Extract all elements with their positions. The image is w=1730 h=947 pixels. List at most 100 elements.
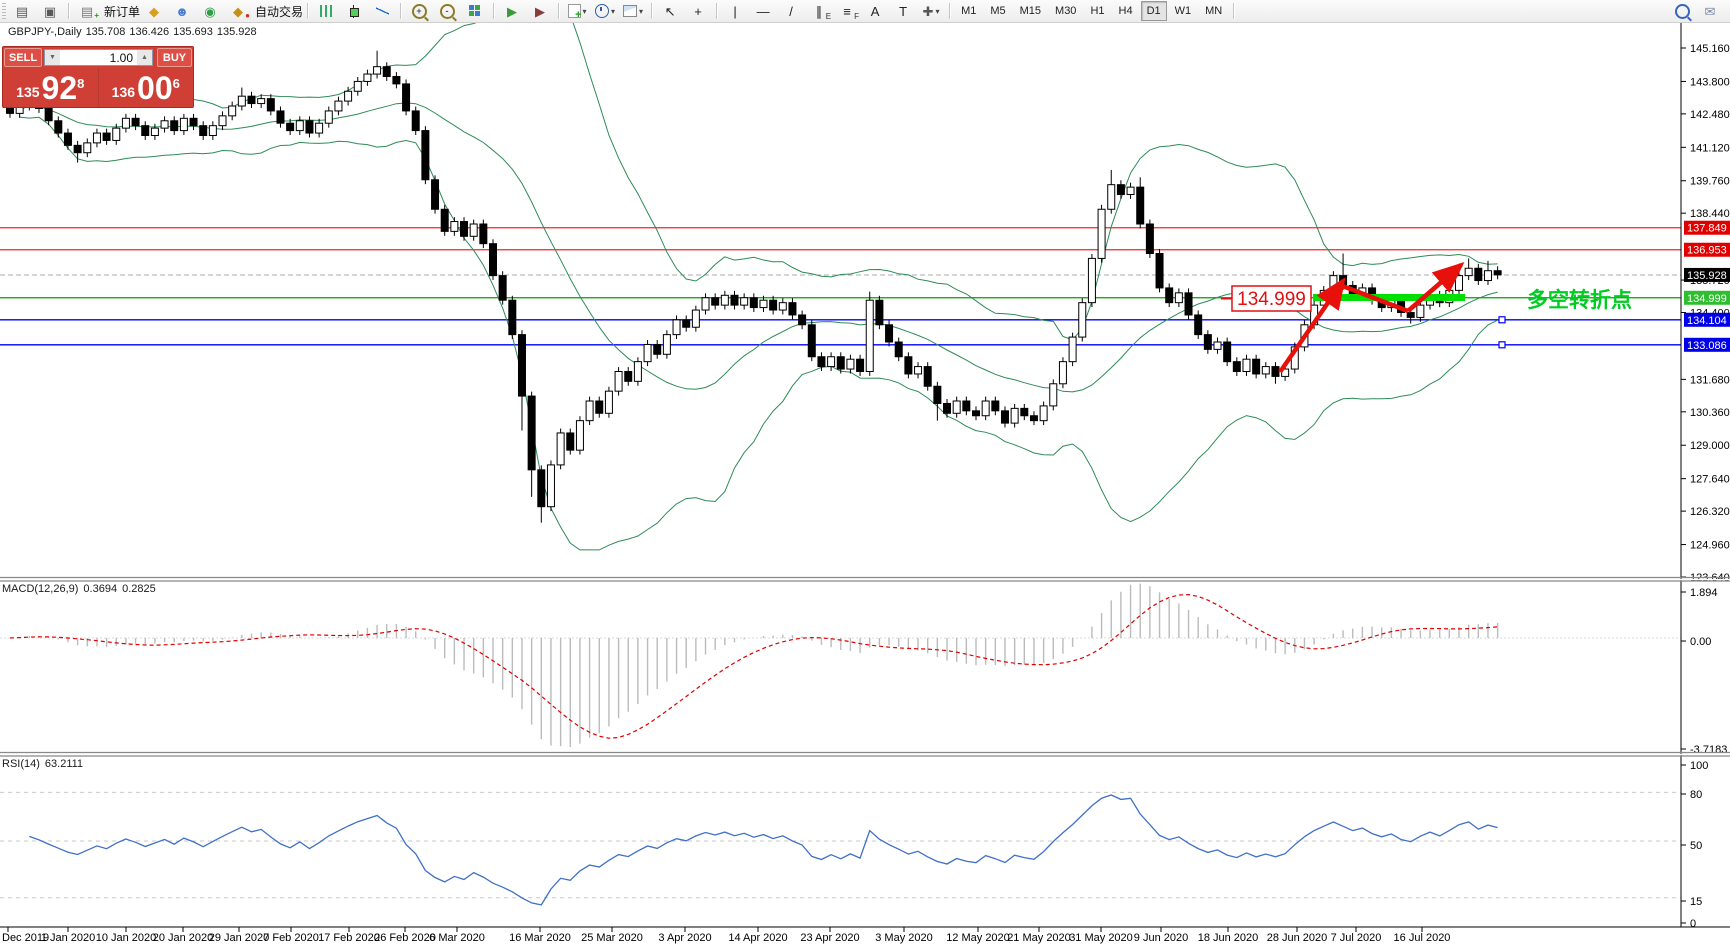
text-label-icon[interactable]: T — [890, 0, 916, 22]
one-click-trading-panel: SELL ▼ 1.00 ▲ BUY 135 92 8 136 00 6 — [2, 46, 194, 108]
vertical-line-icon[interactable]: | — [722, 0, 748, 22]
chart-window-icon[interactable]: ▤ — [9, 0, 35, 22]
svg-text:21 May 2020: 21 May 2020 — [1007, 932, 1071, 944]
shapes-icon[interactable]: ✚ ▾ — [918, 0, 944, 22]
svg-text:142.480: 142.480 — [1690, 109, 1730, 121]
timeframe-h4-button[interactable]: H4 — [1113, 1, 1139, 21]
new-order-icon[interactable]: ▤ + — [74, 0, 100, 22]
svg-text:136.953: 136.953 — [1687, 245, 1727, 257]
templates-icon[interactable]: ▾ — [620, 0, 646, 22]
buy-price-big: 00 — [137, 70, 173, 107]
zoom-out-icon[interactable]: - — [434, 0, 460, 22]
timeframe-m30-button[interactable]: M30 — [1049, 1, 1082, 21]
price-callout-label: 134.999 — [1237, 289, 1306, 310]
auto-scroll-icon[interactable]: ▶ — [499, 0, 525, 22]
svg-text:127.640: 127.640 — [1690, 474, 1730, 486]
line-chart-icon[interactable] — [369, 0, 395, 22]
timeframe-m5-button[interactable]: M5 — [984, 1, 1011, 21]
rsi-indicator-label: RSI(14) 63.2111 — [2, 758, 88, 770]
chart-title: GBPJPY-,Daily 135.708 136.426 135.693 135.92… — [8, 26, 261, 38]
svg-text:1 Jan 2020: 1 Jan 2020 — [41, 932, 95, 944]
svg-text:10 Jan 2020: 10 Jan 2020 — [96, 932, 157, 944]
svg-text:3 May 2020: 3 May 2020 — [875, 932, 932, 944]
svg-text:6 Mar 2020: 6 Mar 2020 — [429, 932, 485, 944]
rsi-name: RSI(14) — [2, 758, 40, 770]
cursor-icon[interactable]: ↖ — [657, 0, 683, 22]
svg-text:16 Mar 2020: 16 Mar 2020 — [509, 932, 571, 944]
auto-trading-label[interactable]: 自动交易 — [255, 3, 303, 20]
ohlc-close: 135.928 — [216, 26, 257, 38]
buy-price[interactable]: 136 00 6 — [99, 68, 194, 106]
buy-price-prefix: 136 — [111, 83, 136, 100]
text-icon[interactable]: A — [862, 0, 888, 22]
svg-text:28 Jun 2020: 28 Jun 2020 — [1267, 932, 1328, 944]
chart-canvas[interactable]: 145.160 143.800 142.480 141.120 139.760 138.4… — [0, 0, 1730, 947]
trendline-icon[interactable]: / — [778, 0, 804, 22]
crosshair-icon[interactable]: + — [685, 0, 711, 22]
tile-windows-icon[interactable] — [462, 0, 488, 22]
svg-text:15: 15 — [1690, 896, 1702, 908]
auto-trading-icon[interactable]: ◆ ● — [225, 0, 251, 22]
new-order-label[interactable]: 新订单 — [104, 3, 140, 20]
mql5-community-icon[interactable]: ◆ — [141, 0, 167, 22]
ohlc-high: 136.426 — [129, 26, 170, 38]
chat-icon[interactable]: ✉ — [1697, 0, 1723, 22]
timeframe-h1-button[interactable]: H1 — [1084, 1, 1110, 21]
bar-chart-icon[interactable] — [313, 0, 339, 22]
periods-icon[interactable]: ▾ — [592, 0, 618, 22]
timeframe-mn-button[interactable]: MN — [1199, 1, 1228, 21]
candlestick-chart-icon[interactable] — [341, 0, 367, 22]
chart-shift-icon[interactable]: ▶ — [527, 0, 553, 22]
macd-indicator-label: MACD(12,26,9) 0.3694 0.2825 — [2, 583, 161, 595]
timeframe-d1-button[interactable]: D1 — [1140, 1, 1167, 21]
ohlc-low: 135.693 — [173, 26, 213, 38]
volume-down-icon[interactable]: ▼ — [45, 50, 60, 65]
buy-price-sup: 6 — [172, 76, 180, 91]
svg-text:80: 80 — [1690, 789, 1702, 801]
svg-text:138.440: 138.440 — [1690, 208, 1730, 220]
timeframe-m1-button[interactable]: M1 — [955, 1, 982, 21]
rsi-value: 63.2111 — [44, 758, 84, 770]
svg-text:143.800: 143.800 — [1690, 76, 1730, 88]
svg-text:20 Jan 2020: 20 Jan 2020 — [153, 932, 214, 944]
zoom-in-icon[interactable]: + — [406, 0, 432, 22]
svg-text:7 Feb 2020: 7 Feb 2020 — [263, 932, 319, 944]
sell-button[interactable]: SELL — [4, 48, 42, 67]
svg-text:7 Jul 2020: 7 Jul 2020 — [1331, 932, 1382, 944]
svg-text:17 Feb 2020: 17 Feb 2020 — [318, 932, 380, 944]
horizontal-line-icon[interactable]: — — [750, 0, 776, 22]
volume-up-icon[interactable]: ▲ — [137, 50, 152, 65]
window-preview-icon[interactable]: ▣ — [37, 0, 63, 22]
indicators-icon[interactable]: ▾ — [564, 0, 590, 22]
svg-text:124.960: 124.960 — [1690, 540, 1730, 552]
market-news-icon[interactable]: ◉ — [197, 0, 223, 22]
buy-button[interactable]: BUY — [157, 48, 192, 67]
svg-text:31 May 2020: 31 May 2020 — [1069, 932, 1133, 944]
svg-text:26 Feb 2020: 26 Feb 2020 — [374, 932, 436, 944]
svg-text:126.320: 126.320 — [1690, 506, 1730, 518]
svg-text:23 Apr 2020: 23 Apr 2020 — [800, 932, 859, 944]
sell-price[interactable]: 135 92 8 — [3, 68, 98, 106]
macd-signal-value: 0.2825 — [122, 583, 156, 595]
svg-text:134.999: 134.999 — [1687, 293, 1727, 305]
sell-price-prefix: 135 — [16, 83, 40, 100]
svg-text:16 Jul 2020: 16 Jul 2020 — [1394, 932, 1451, 944]
timeframe-m15-button[interactable]: M15 — [1014, 1, 1047, 21]
timeframe-w1-button[interactable]: W1 — [1169, 1, 1198, 21]
macd-name: MACD(12,26,9) — [2, 583, 79, 595]
ohlc-open: 135.708 — [85, 26, 126, 38]
svg-text:145.160: 145.160 — [1690, 43, 1730, 55]
svg-text:25 Mar 2020: 25 Mar 2020 — [581, 932, 643, 944]
signals-icon[interactable]: ☻ — [169, 0, 195, 22]
svg-text:0.00: 0.00 — [1690, 636, 1711, 648]
equidistant-channel-icon[interactable]: ∥ E — [806, 0, 832, 22]
svg-text:3 Apr 2020: 3 Apr 2020 — [658, 932, 711, 944]
svg-text:14 Apr 2020: 14 Apr 2020 — [728, 932, 787, 944]
search-icon[interactable] — [1669, 0, 1695, 22]
volume-spinner[interactable]: ▼ 1.00 ▲ — [44, 49, 153, 66]
volume-value[interactable]: 1.00 — [60, 51, 137, 65]
svg-text:12 May 2020: 12 May 2020 — [946, 932, 1010, 944]
svg-text:29 Jan 2020: 29 Jan 2020 — [209, 932, 270, 944]
mt4-window: 145.160 143.800 142.480 141.120 139.760 138.4… — [0, 0, 1730, 947]
fibonacci-icon[interactable]: ≡ F — [834, 0, 860, 22]
